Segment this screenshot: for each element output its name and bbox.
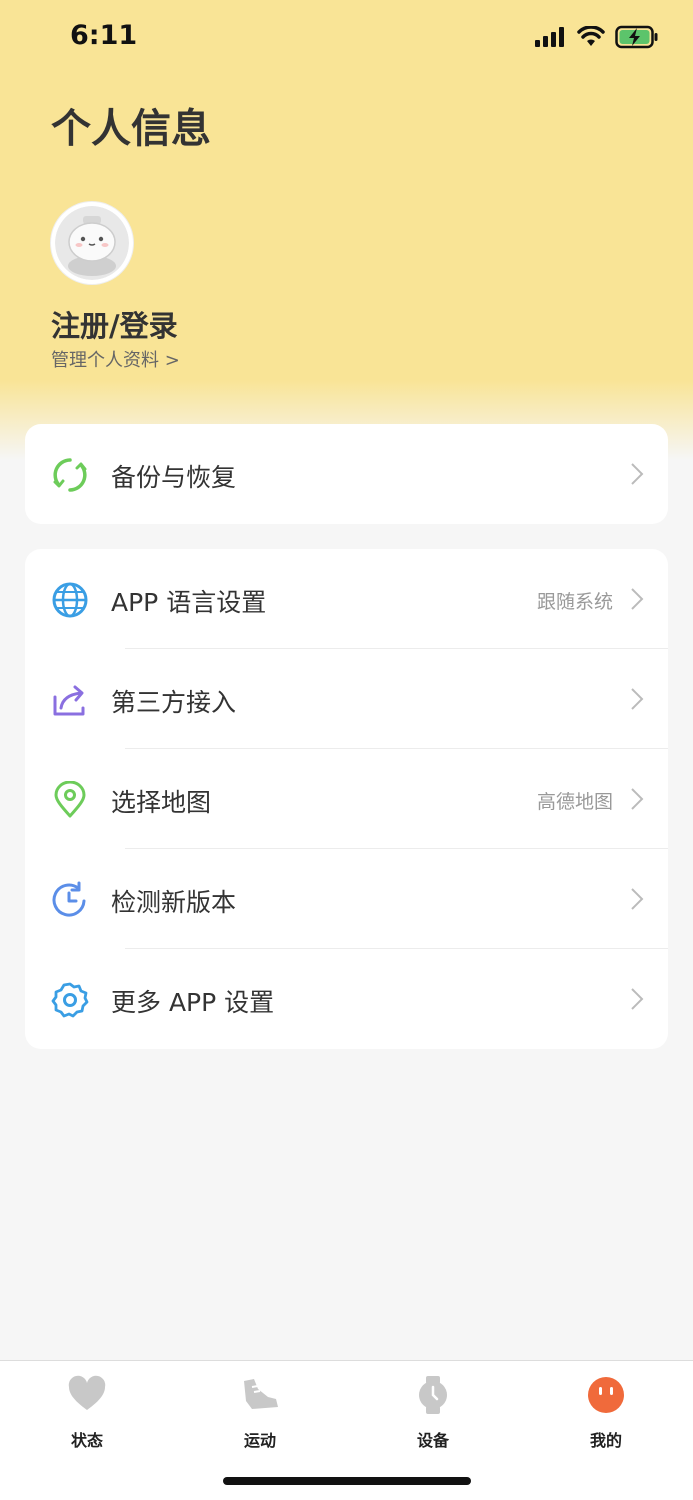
page-title: 个人信息 <box>51 106 211 152</box>
location-pin-icon <box>54 781 86 818</box>
globe-icon <box>52 582 88 618</box>
menu-item-label: 更多 APP 设置 <box>111 988 275 1017</box>
menu-item-value: 跟随系统 <box>536 591 613 613</box>
clock-refresh-icon <box>52 881 86 917</box>
tab-sport[interactable]: 运动 <box>200 1375 320 1451</box>
menu-item-select-map[interactable]: 选择地图 高德地图 <box>25 749 668 849</box>
home-indicator <box>223 1477 471 1485</box>
chevron-right-icon <box>631 463 644 485</box>
tab-mine[interactable]: 我的 <box>546 1375 666 1451</box>
status-bar: 6:11 <box>0 0 693 80</box>
shoe-icon <box>244 1379 278 1409</box>
login-register-link[interactable]: 注册/登录 <box>51 303 178 345</box>
menu-item-language[interactable]: APP 语言设置 跟随系统 <box>25 549 668 649</box>
menu-item-label: 选择地图 <box>111 788 212 817</box>
backup-card: 备份与恢复 <box>25 424 668 524</box>
menu-item-label: APP 语言设置 <box>111 588 267 617</box>
sync-icon <box>53 458 87 492</box>
robot-avatar-icon <box>55 206 129 280</box>
tab-status[interactable]: 状态 <box>27 1375 147 1451</box>
manage-profile-link[interactable]: 管理个人资料 > <box>51 346 180 372</box>
menu-item-label: 检测新版本 <box>111 888 237 917</box>
watch-icon <box>419 1376 447 1414</box>
menu-item-backup-restore[interactable]: 备份与恢复 <box>25 424 668 524</box>
profile-face-icon <box>588 1377 624 1413</box>
signal-icon <box>535 27 564 47</box>
gear-icon <box>51 982 89 1018</box>
share-icon <box>53 685 85 716</box>
avatar[interactable] <box>51 202 133 284</box>
menu-item-third-party[interactable]: 第三方接入 <box>25 649 668 749</box>
menu-item-label: 第三方接入 <box>111 688 237 717</box>
battery-charging-icon <box>615 25 658 49</box>
menu-item-value: 高德地图 <box>536 791 613 813</box>
chevron-right-icon <box>631 788 644 810</box>
chevron-right-icon <box>631 588 644 610</box>
tab-label: 设备 <box>416 1431 449 1450</box>
tab-label: 我的 <box>589 1431 622 1450</box>
chevron-right-icon <box>631 888 644 910</box>
chevron-right-icon <box>631 688 644 710</box>
menu-item-more-settings[interactable]: 更多 APP 设置 <box>25 949 668 1049</box>
status-time: 6:11 <box>70 20 138 51</box>
status-icons <box>535 25 659 49</box>
wifi-icon <box>577 26 605 46</box>
tab-device[interactable]: 设备 <box>373 1375 493 1451</box>
settings-card: APP 语言设置 跟随系统 第三方接入 选择地图 高德地图 检测新版本 更多 A… <box>25 549 668 1049</box>
tab-label: 状态 <box>70 1431 103 1450</box>
chevron-right-icon <box>631 988 644 1010</box>
tab-label: 运动 <box>243 1431 276 1450</box>
heart-icon <box>68 1375 106 1410</box>
menu-item-label: 备份与恢复 <box>111 463 237 492</box>
menu-item-check-update[interactable]: 检测新版本 <box>25 849 668 949</box>
